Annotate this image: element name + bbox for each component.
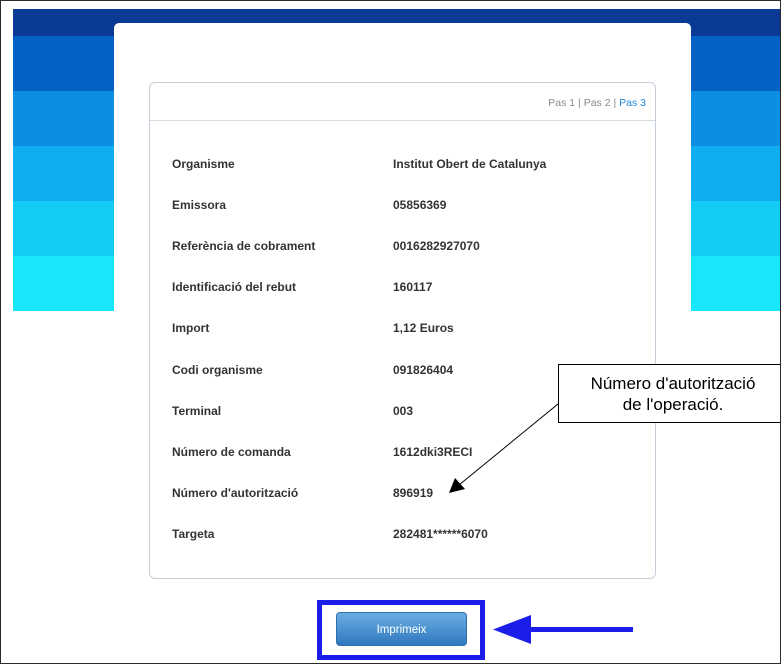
- callout-line-2: de l'operació.: [622, 395, 724, 414]
- detail-label: Número d'autorització: [172, 486, 299, 500]
- detail-row-import: Import 1,12 Euros: [172, 321, 642, 337]
- step-indicator: Pas 1 | Pas 2 | Pas 3: [548, 97, 646, 109]
- detail-value: 1,12 Euros: [393, 321, 454, 335]
- detail-value: 282481******6070: [393, 527, 488, 541]
- screenshot-frame: Pas 1 | Pas 2 | Pas 3 Organisme Institut…: [0, 0, 781, 664]
- detail-row-autoritzacio: Número d'autorització 896919: [172, 486, 642, 502]
- annotation-callout: Número d'autorització de l'operació.: [558, 364, 780, 423]
- detail-label: Número de comanda: [172, 445, 291, 459]
- detail-label: Import: [172, 321, 210, 335]
- detail-label: Terminal: [172, 404, 222, 418]
- detail-label: Referència de cobrament: [172, 239, 316, 253]
- detail-value: 0016282927070: [393, 239, 480, 253]
- payment-details-panel: Pas 1 | Pas 2 | Pas 3 Organisme Institut…: [149, 82, 656, 579]
- detail-value: 896919: [393, 486, 434, 500]
- detail-value: 1612dki3RECI: [393, 445, 473, 459]
- step-2: Pas 2: [583, 97, 611, 109]
- step-separator: |: [613, 97, 617, 109]
- detail-value: 003: [393, 404, 414, 418]
- detail-row-comanda: Número de comanda 1612dki3RECI: [172, 445, 642, 461]
- detail-value: Institut Obert de Catalunya: [393, 157, 547, 171]
- detail-value: 091826404: [393, 363, 454, 377]
- detail-row-referencia: Referència de cobrament 0016282927070: [172, 239, 642, 255]
- divider: [150, 120, 655, 121]
- detail-row-organisme: Organisme Institut Obert de Catalunya: [172, 157, 642, 173]
- detail-label: Codi organisme: [172, 363, 263, 377]
- callout-line-1: Número d'autorització: [590, 374, 756, 393]
- step-3-active: Pas 3: [619, 97, 646, 109]
- print-button[interactable]: Imprimeix: [336, 612, 467, 646]
- detail-label: Identificació del rebut: [172, 280, 297, 294]
- detail-label: Emissora: [172, 198, 227, 212]
- detail-label: Targeta: [172, 527, 215, 541]
- detail-value: 05856369: [393, 198, 447, 212]
- detail-value: 160117: [393, 280, 433, 294]
- step-1: Pas 1: [548, 97, 576, 109]
- step-separator: |: [578, 97, 581, 109]
- detail-label: Organisme: [172, 157, 235, 171]
- detail-row-targeta: Targeta 282481******6070: [172, 527, 642, 543]
- detail-row-identificacio: Identificació del rebut 160117: [172, 280, 642, 296]
- detail-row-emissora: Emissora 05856369: [172, 198, 642, 214]
